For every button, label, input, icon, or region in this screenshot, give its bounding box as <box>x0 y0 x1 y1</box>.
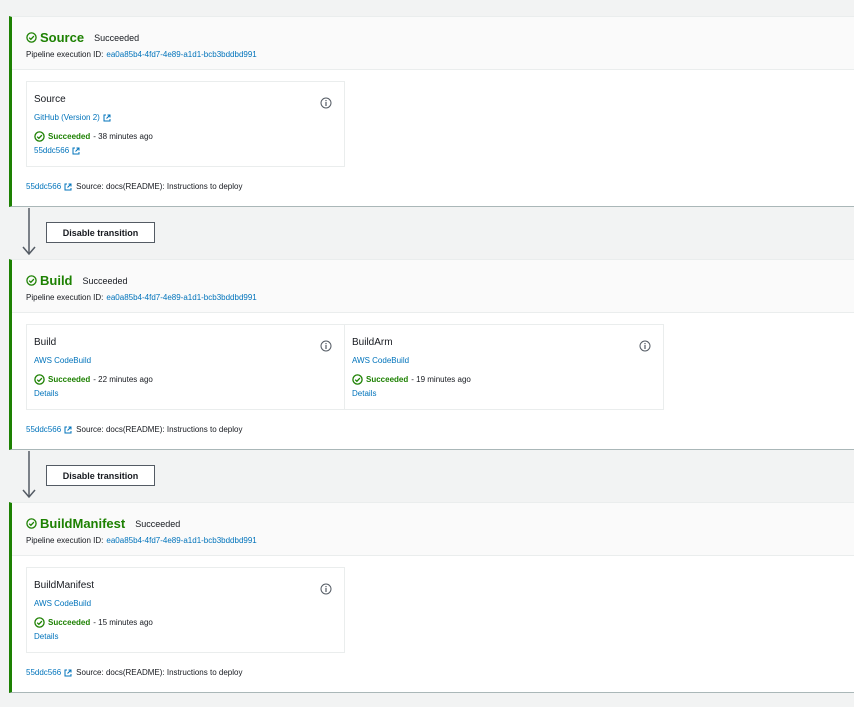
action-name: Build <box>34 337 57 348</box>
action-time: - 38 minutes ago <box>93 132 153 141</box>
stage-status: Succeeded <box>94 33 140 43</box>
provider-label: AWS CodeBuild <box>352 356 410 365</box>
footer-message: Source: docs(README): Instructions to de… <box>76 425 243 434</box>
provider-link[interactable]: GitHub (Version 2) <box>34 113 344 122</box>
external-link-icon <box>64 426 72 434</box>
transition-arrow-icon <box>22 451 36 499</box>
info-icon[interactable] <box>320 340 332 352</box>
action-card-source: Source GitHub (Version 2) Succeeded - 38… <box>26 81 345 167</box>
stage-name: Build <box>40 272 73 288</box>
footer-message: Source: docs(README): Instructions to de… <box>76 182 243 191</box>
provider-label: AWS CodeBuild <box>34 599 92 608</box>
action-time: - 22 minutes ago <box>93 375 153 384</box>
footer-commit-link[interactable]: 55ddc566 <box>26 182 72 191</box>
stage-status: Succeeded <box>82 276 128 286</box>
check-circle-icon <box>34 131 45 142</box>
action-name: Source <box>34 94 66 105</box>
info-icon[interactable] <box>320 97 332 109</box>
stage-buildmanifest: BuildManifest Succeeded Pipeline executi… <box>9 502 854 693</box>
info-icon[interactable] <box>320 583 332 595</box>
action-card-buildarm: BuildArm AWS CodeBuild Succeeded - 19 mi… <box>345 324 664 410</box>
footer-commit-id: 55ddc566 <box>26 182 62 191</box>
check-circle-icon <box>26 517 37 529</box>
stage-source: Source Succeeded Pipeline execution ID: e… <box>9 16 854 207</box>
action-card-buildmanifest: BuildManifest AWS CodeBuild Succeeded - … <box>26 567 345 653</box>
provider-link[interactable]: AWS CodeBuild <box>352 356 663 365</box>
action-status: Succeeded <box>366 375 409 384</box>
execution-id-link[interactable]: ea0a85b4-4fd7-4e89-a1d1-bcb3bddbd991 <box>106 293 256 302</box>
execution-id-link[interactable]: ea0a85b4-4fd7-4e89-a1d1-bcb3bddbd991 <box>106 536 256 545</box>
action-time: - 15 minutes ago <box>93 618 153 627</box>
action-status: Succeeded <box>48 375 91 384</box>
provider-label: GitHub (Version 2) <box>34 113 100 122</box>
disable-transition-button[interactable]: Disable transition <box>46 465 155 486</box>
commit-link-label: 55ddc566 <box>34 146 70 155</box>
action-status: Succeeded <box>48 132 91 141</box>
stage-header: Build Succeeded Pipeline execution ID: ea… <box>12 260 854 313</box>
provider-link[interactable]: AWS CodeBuild <box>34 599 344 608</box>
commit-link[interactable]: 55ddc566 <box>34 146 344 155</box>
details-link[interactable]: Details <box>34 389 344 398</box>
stage-status: Succeeded <box>135 519 181 529</box>
stage-header: BuildManifest Succeeded Pipeline executi… <box>12 503 854 556</box>
check-circle-icon <box>26 31 37 43</box>
stage-name: BuildManifest <box>40 515 126 531</box>
footer-commit-id: 55ddc566 <box>26 425 62 434</box>
details-link[interactable]: Details <box>352 389 663 398</box>
stage-footer: 55ddc566 Source: docs(README): Instructi… <box>26 668 242 677</box>
check-circle-icon <box>26 274 37 286</box>
stage-header: Source Succeeded Pipeline execution ID: e… <box>12 17 854 70</box>
action-card-build: Build AWS CodeBuild Succeeded - 22 minut… <box>26 324 345 410</box>
disable-transition-button[interactable]: Disable transition <box>46 222 155 243</box>
action-status: Succeeded <box>48 618 91 627</box>
stage-build: Build Succeeded Pipeline execution ID: ea… <box>9 259 854 450</box>
execution-id-label: Pipeline execution ID: <box>26 293 104 302</box>
external-link-icon <box>72 147 80 155</box>
footer-commit-link[interactable]: 55ddc566 <box>26 668 72 677</box>
action-name: BuildManifest <box>34 580 95 591</box>
details-link[interactable]: Details <box>34 632 344 641</box>
info-icon[interactable] <box>639 340 651 352</box>
check-circle-icon <box>352 374 363 385</box>
external-link-icon <box>64 183 72 191</box>
action-name: BuildArm <box>352 337 393 348</box>
provider-label: AWS CodeBuild <box>34 356 92 365</box>
footer-commit-id: 55ddc566 <box>26 668 62 677</box>
stage-name: Source <box>40 29 85 45</box>
footer-message: Source: docs(README): Instructions to de… <box>76 668 243 677</box>
external-link-icon <box>64 669 72 677</box>
execution-id-link[interactable]: ea0a85b4-4fd7-4e89-a1d1-bcb3bddbd991 <box>106 50 256 59</box>
action-time: - 19 minutes ago <box>411 375 471 384</box>
footer-commit-link[interactable]: 55ddc566 <box>26 425 72 434</box>
execution-id-label: Pipeline execution ID: <box>26 536 104 545</box>
external-link-icon <box>103 114 111 122</box>
stage-footer: 55ddc566 Source: docs(README): Instructi… <box>26 182 242 191</box>
execution-id-label: Pipeline execution ID: <box>26 50 104 59</box>
check-circle-icon <box>34 617 45 628</box>
provider-link[interactable]: AWS CodeBuild <box>34 356 344 365</box>
check-circle-icon <box>34 374 45 385</box>
stage-footer: 55ddc566 Source: docs(README): Instructi… <box>26 425 242 434</box>
transition-arrow-icon <box>22 208 36 256</box>
